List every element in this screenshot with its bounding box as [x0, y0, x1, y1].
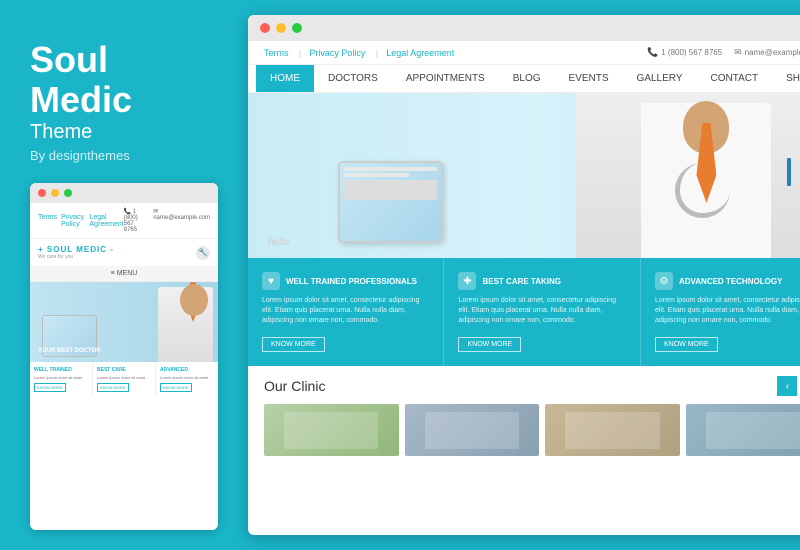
clinic-image-2: [405, 404, 540, 456]
phone-icon: 📞: [647, 47, 658, 58]
big-link-legal[interactable]: Legal Agreement: [386, 48, 454, 58]
mini-dot-yellow: [51, 189, 59, 197]
big-navigation: HOME DOCTORS APPOINTMENTS BLOG EVENTS GA…: [248, 65, 800, 93]
big-topbar-contact: 📞 1 (800) 567 8765 ✉ name@example.com: [647, 47, 800, 58]
brand-byline: By designthemes: [30, 148, 218, 163]
mini-browser-titlebar: [30, 183, 218, 203]
nav-contact[interactable]: CONTACT: [697, 65, 773, 92]
big-hero: hello: [248, 93, 800, 258]
left-panel: Soul Medic Theme By designthemes Terms P…: [0, 0, 248, 550]
brand-title: Soul Medic: [30, 40, 218, 119]
big-feature-1-title: WELL TRAINED PROFESSIONALS: [286, 277, 417, 286]
big-features-section: ♥ WELL TRAINED PROFESSIONALS Lorem ipsum…: [248, 258, 800, 366]
mini-phone: 📞 1 (800) 567 8765: [124, 208, 147, 233]
big-feature-1-header: ♥ WELL TRAINED PROFESSIONALS: [262, 272, 429, 290]
brand-subtitle: Theme: [30, 121, 218, 144]
big-dot-green: [292, 23, 302, 33]
big-topbar: Terms Privacy Policy Legal Agreement 📞 1…: [248, 41, 800, 65]
big-email: ✉ name@example.com: [734, 47, 800, 58]
big-link-privacy[interactable]: Privacy Policy: [309, 48, 378, 58]
mini-logo-area: + SOUL MEDIC - We care for you 🔧: [30, 239, 218, 266]
mini-feature-1: WELL TRAINED Lorem ipsum dolor sit amet …: [30, 362, 93, 397]
doctor-pen: [787, 158, 791, 186]
mini-feature-2: BEST CARE Lorem ipsum dolor sit amet KNO…: [93, 362, 156, 397]
big-feature-2: ✚ BEST CARE TAKING Lorem ipsum dolor sit…: [444, 258, 640, 366]
clinic-prev-button[interactable]: ‹: [777, 376, 797, 396]
nav-shop[interactable]: SHOP: [772, 65, 800, 92]
mini-email: ✉ name@example.com: [153, 208, 210, 233]
clinic-image-4: [686, 404, 800, 456]
big-topbar-links: Terms Privacy Policy Legal Agreement: [264, 48, 454, 58]
big-feature-3-header: ⚙ ADVANCED TECHNOLOGY: [655, 272, 800, 290]
mail-icon: ✉: [734, 47, 742, 58]
mini-dot-green: [64, 189, 72, 197]
big-feature-3-text: Lorem ipsum dolor sit amet, consectetur …: [655, 296, 800, 325]
mini-know-more-2[interactable]: KNOW MORE: [97, 383, 129, 392]
mini-settings-icon[interactable]: 🔧: [196, 246, 210, 260]
big-dot-yellow: [276, 23, 286, 33]
hero-subtext: hello: [268, 237, 289, 248]
big-feature-1: ♥ WELL TRAINED PROFESSIONALS Lorem ipsum…: [248, 258, 444, 366]
mini-know-more-3[interactable]: KNOW MORE: [160, 383, 192, 392]
mini-logo-tagline: We care for you: [38, 254, 114, 260]
nav-events[interactable]: EVENTS: [555, 65, 623, 92]
clinic-image-1: [264, 404, 399, 456]
mini-link-legal[interactable]: Legal Agreement: [89, 214, 123, 228]
big-dot-red: [260, 23, 270, 33]
big-feature-2-title: BEST CARE TAKING: [482, 277, 561, 286]
mini-link-privacy[interactable]: Privacy Policy: [61, 214, 85, 228]
mini-logo: + SOUL MEDIC - We care for you: [38, 245, 114, 260]
nav-blog[interactable]: BLOG: [499, 65, 555, 92]
mini-know-more-1[interactable]: KNOW MORE: [34, 383, 66, 392]
nav-gallery[interactable]: GALLERY: [623, 65, 697, 92]
clinic-navigation: ‹ ›: [777, 376, 800, 396]
big-phone: 📞 1 (800) 567 8765: [647, 47, 722, 58]
big-feature-3-title: ADVANCED TECHNOLOGY: [679, 277, 782, 286]
mini-logo-text: + SOUL MEDIC -: [38, 245, 114, 254]
big-know-more-1[interactable]: KNOW MORE: [262, 337, 325, 352]
big-know-more-2[interactable]: KNOW MORE: [458, 337, 521, 352]
mini-hero: YOUR BEST DOCTOR: [30, 282, 218, 362]
mini-topbar-links: Terms Privacy Policy Legal Agreement: [38, 214, 124, 228]
brand-block: Soul Medic Theme By designthemes: [30, 40, 218, 163]
nav-appointments[interactable]: APPOINTMENTS: [392, 65, 499, 92]
hero-doctor-area: [576, 93, 800, 258]
clinic-images: [248, 404, 800, 466]
mini-features: WELL TRAINED Lorem ipsum dolor sit amet …: [30, 362, 218, 397]
big-feature-3: ⚙ ADVANCED TECHNOLOGY Lorem ipsum dolor …: [641, 258, 800, 366]
right-panel: Terms Privacy Policy Legal Agreement 📞 1…: [248, 0, 800, 550]
clinic-section: Our Clinic ‹ ›: [248, 366, 800, 404]
best-care-icon: ✚: [458, 272, 476, 290]
big-know-more-3[interactable]: KNOW MORE: [655, 337, 718, 352]
nav-doctors[interactable]: DOCTORS: [314, 65, 392, 92]
mini-hero-text: YOUR BEST DOCTOR: [38, 348, 101, 354]
big-feature-1-text: Lorem ipsum dolor sit amet, consectetur …: [262, 296, 429, 325]
big-browser-mockup: Terms Privacy Policy Legal Agreement 📞 1…: [248, 15, 800, 535]
mini-feature-3: ADVANCED Lorem ipsum dolor sit amet KNOW…: [156, 362, 218, 397]
mini-topbar-contact: 📞 1 (800) 567 8765 ✉ name@example.com: [124, 208, 210, 233]
big-feature-2-text: Lorem ipsum dolor sit amet, consectetur …: [458, 296, 625, 325]
doctor-stethoscope: [675, 163, 730, 218]
hero-tablet-screen: [340, 163, 441, 241]
advanced-tech-icon: ⚙: [655, 272, 673, 290]
big-link-terms[interactable]: Terms: [264, 48, 301, 58]
clinic-title: Our Clinic: [264, 378, 325, 394]
nav-home[interactable]: HOME: [256, 65, 314, 92]
mini-topbar: Terms Privacy Policy Legal Agreement 📞 1…: [30, 203, 218, 239]
clinic-image-3: [545, 404, 680, 456]
big-feature-2-header: ✚ BEST CARE TAKING: [458, 272, 625, 290]
hero-tablet: [338, 161, 443, 243]
well-trained-icon: ♥: [262, 272, 280, 290]
mini-browser-content: Terms Privacy Policy Legal Agreement 📞 1…: [30, 203, 218, 397]
mini-menu[interactable]: ≡ MENU: [30, 266, 218, 282]
mini-dot-red: [38, 189, 46, 197]
big-browser-titlebar: [248, 15, 800, 41]
mini-link-terms[interactable]: Terms: [38, 214, 57, 228]
mini-browser-mockup: Terms Privacy Policy Legal Agreement 📞 1…: [30, 183, 218, 530]
